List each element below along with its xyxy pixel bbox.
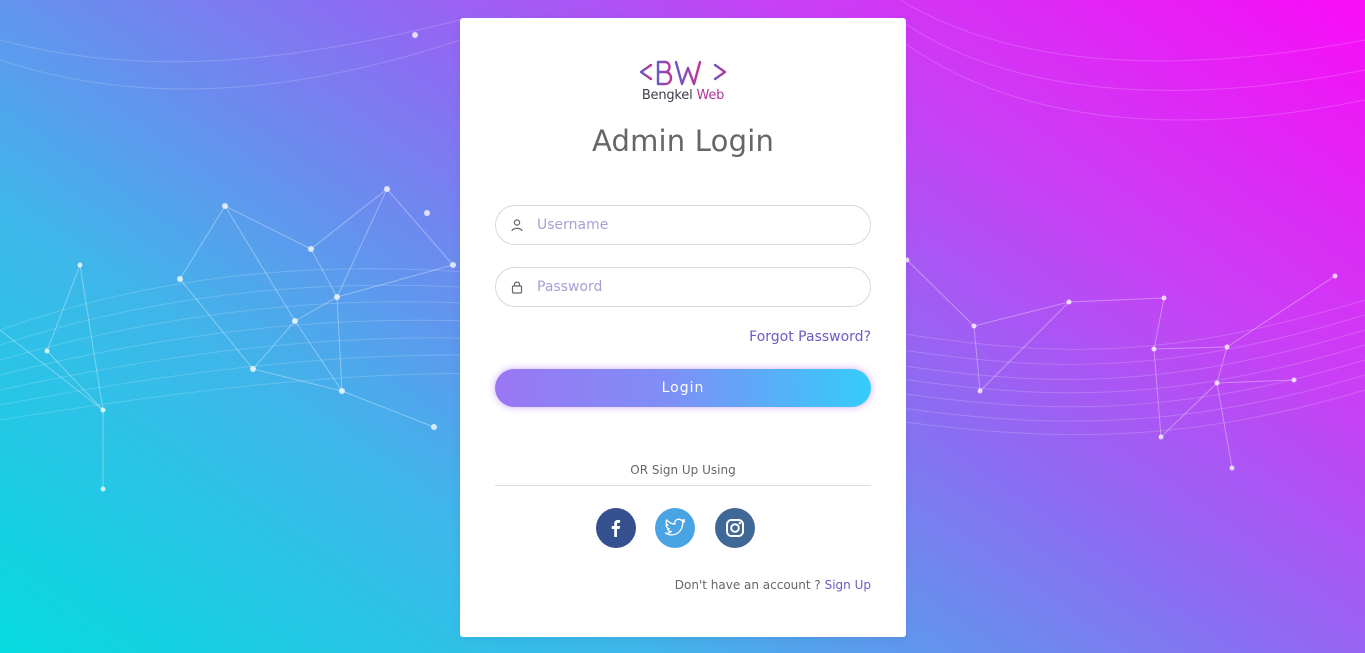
bengkel-web-logo-icon — [639, 60, 727, 86]
facebook-button[interactable] — [596, 508, 636, 548]
password-field[interactable] — [495, 267, 871, 307]
facebook-icon — [611, 520, 621, 537]
username-field[interactable] — [495, 205, 871, 245]
twitter-button[interactable] — [655, 508, 695, 548]
brand-name-part2: Web — [696, 88, 725, 103]
signup-link[interactable]: Sign Up — [825, 578, 871, 592]
instagram-icon — [726, 519, 744, 537]
signup-prompt-text: Don't have an account ? — [674, 578, 821, 592]
twitter-icon — [664, 518, 686, 536]
username-input[interactable] — [537, 206, 857, 244]
social-signup-heading: OR Sign Up Using — [630, 463, 736, 477]
password-input[interactable] — [537, 268, 857, 306]
user-icon — [511, 219, 523, 232]
divider — [495, 485, 871, 486]
social-buttons — [460, 508, 906, 548]
login-card: Bengkel Web Admin Login Forgot Password?… — [460, 18, 906, 637]
page-title: Admin Login — [591, 124, 775, 158]
signup-prompt: Don't have an account ? Sign Up — [675, 578, 871, 592]
instagram-button[interactable] — [715, 508, 755, 548]
brand-name-part1: Bengkel — [641, 88, 693, 103]
forgot-password-link[interactable]: Forgot Password? — [749, 329, 871, 345]
lock-icon — [511, 281, 523, 294]
brand-name: Bengkel Web — [460, 88, 906, 104]
login-button[interactable]: Login — [495, 369, 871, 407]
brand-logo: Bengkel Web — [460, 58, 906, 108]
